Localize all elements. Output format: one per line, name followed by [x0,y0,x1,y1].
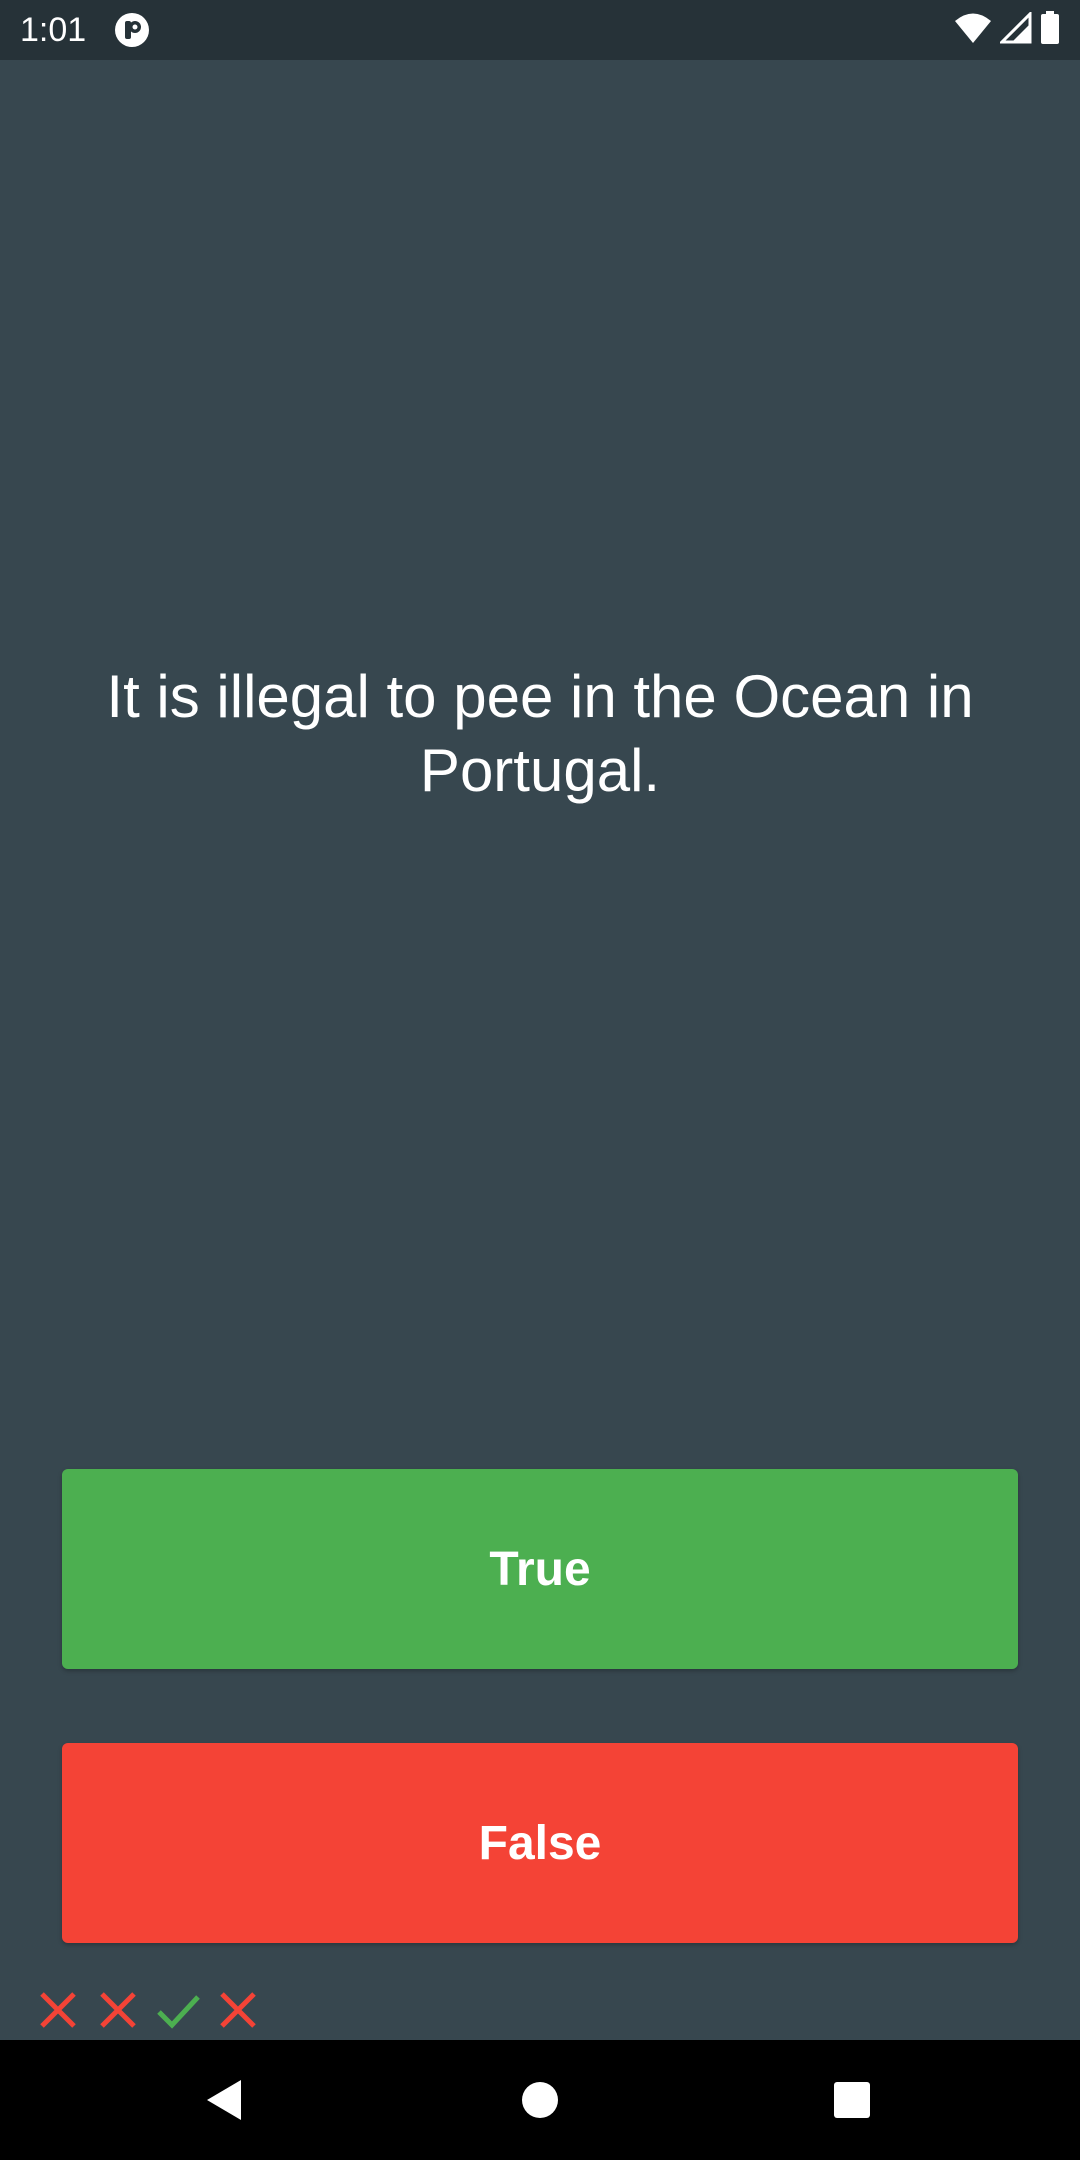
home-icon[interactable] [510,2070,570,2130]
false-button[interactable]: False [62,1743,1018,1943]
recents-icon[interactable] [822,2070,882,2130]
status-bar: 1:01 [0,0,1080,60]
wifi-icon [954,12,992,49]
check-icon [156,1988,200,2032]
quiz-screen: 1:01 It is illegal to pee in the Ocean i… [0,0,1080,2160]
false-button-label: False [478,1816,602,1870]
navigation-bar [0,2040,1080,2160]
true-button[interactable]: True [62,1469,1018,1669]
app-indicator-icon [114,12,150,48]
cell-signal-icon [998,9,1032,49]
true-button-label: True [489,1542,591,1596]
status-icons [954,9,1060,50]
back-icon[interactable] [195,2070,255,2130]
cross-icon [216,1988,260,2032]
question-text: It is illegal to pee in the Ocean in Por… [106,663,974,804]
cross-icon [96,1988,140,2032]
battery-icon [1040,10,1060,50]
status-time: 1:01 [20,11,87,49]
cross-icon [36,1988,80,2032]
score-keeper [36,1988,260,2032]
